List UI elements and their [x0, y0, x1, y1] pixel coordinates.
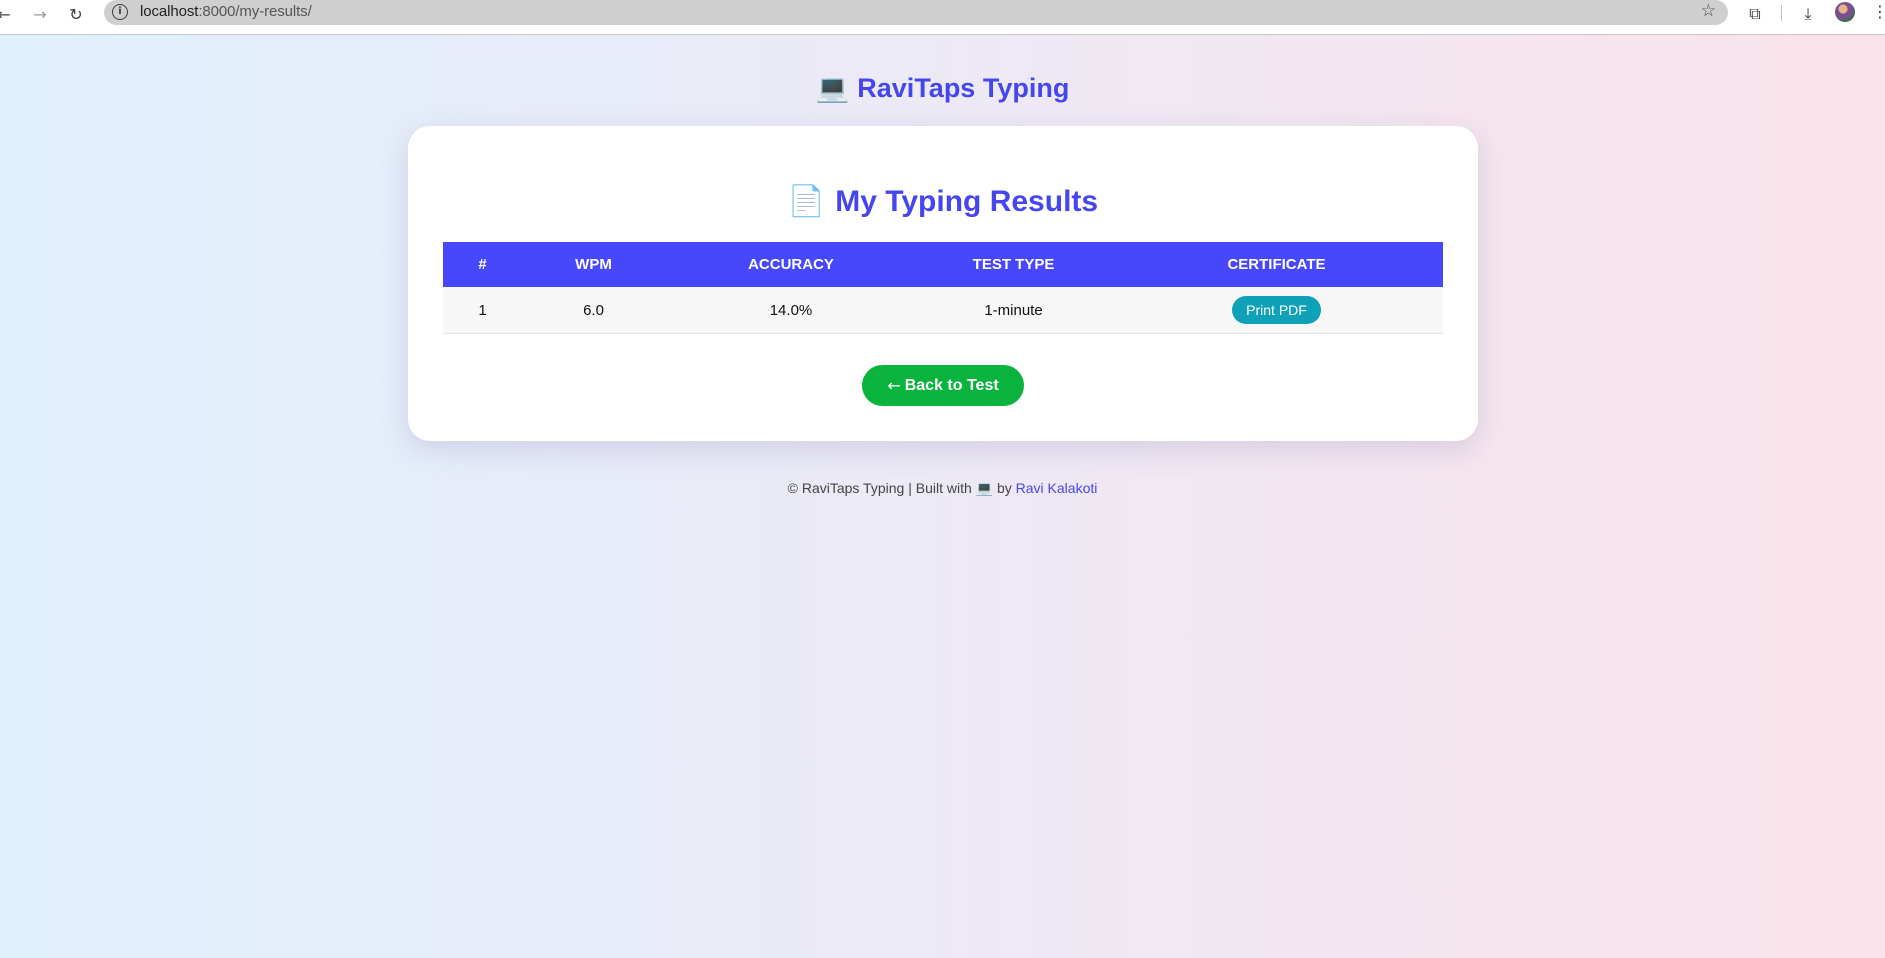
- results-card: 📄 My Typing Results # WPM ACCURACY TEST T…: [408, 126, 1478, 441]
- table-header-row: # WPM ACCURACY TEST TYPE CERTIFICATE: [443, 242, 1443, 287]
- star-icon[interactable]: ☆: [1701, 1, 1716, 21]
- cell-index: 1: [443, 287, 522, 334]
- print-pdf-button[interactable]: Print PDF: [1232, 296, 1321, 324]
- cell-wpm: 6.0: [522, 287, 665, 334]
- footer-copyright: © RaviTaps Typing | Built with: [787, 480, 972, 496]
- download-icon[interactable]: ⤓: [1796, 2, 1820, 26]
- cell-test-type: 1-minute: [917, 287, 1110, 334]
- results-table: # WPM ACCURACY TEST TYPE CERTIFICATE 1 6…: [443, 242, 1443, 334]
- laptop-icon: 💻: [815, 73, 850, 104]
- page-viewport: 💻 RaviTaps Typing 📄 My Typing Results # WP…: [0, 35, 1885, 958]
- toolbar-divider: [1781, 5, 1782, 21]
- column-header-test-type: TEST TYPE: [917, 242, 1110, 287]
- page-title-text: My Typing Results: [835, 185, 1099, 218]
- cell-accuracy: 14.0%: [665, 287, 917, 334]
- column-header-index: #: [443, 242, 522, 287]
- page-title: 📄 My Typing Results: [408, 184, 1478, 219]
- column-header-accuracy: ACCURACY: [665, 242, 917, 287]
- back-to-test-label: Back to Test: [904, 376, 999, 394]
- author-link[interactable]: Ravi Kalakoti: [1016, 480, 1098, 496]
- site-title-text: RaviTaps Typing: [857, 73, 1070, 103]
- laptop-icon: 💻: [975, 481, 994, 497]
- info-icon[interactable]: i: [112, 4, 128, 20]
- column-header-certificate: CERTIFICATE: [1110, 242, 1443, 287]
- back-to-test-button[interactable]: ← Back to Test: [862, 365, 1024, 406]
- cell-certificate: Print PDF: [1110, 287, 1443, 334]
- forward-icon[interactable]: →: [28, 2, 52, 26]
- site-title: 💻 RaviTaps Typing: [0, 72, 1885, 104]
- kebab-icon[interactable]: ⋮: [1872, 2, 1885, 21]
- footer: © RaviTaps Typing | Built with 💻 by Ravi…: [0, 480, 1885, 497]
- reload-icon[interactable]: ↻: [64, 2, 88, 26]
- url-text[interactable]: localhost:8000/my-results/: [140, 3, 312, 20]
- address-bar[interactable]: i localhost:8000/my-results/ ☆: [104, 0, 1728, 25]
- back-icon[interactable]: ←: [0, 2, 16, 26]
- footer-by: by: [996, 480, 1012, 496]
- table-row: 1 6.0 14.0% 1-minute Print PDF: [443, 287, 1443, 334]
- arrow-left-icon: ←: [887, 376, 901, 395]
- column-header-wpm: WPM: [522, 242, 665, 287]
- document-icon: 📄: [787, 184, 826, 219]
- profile-avatar[interactable]: [1835, 2, 1855, 22]
- browser-toolbar: ← → ↻ i localhost:8000/my-results/ ☆ ⧉ ⤓…: [0, 0, 1885, 35]
- puzzle-icon[interactable]: ⧉: [1743, 2, 1767, 26]
